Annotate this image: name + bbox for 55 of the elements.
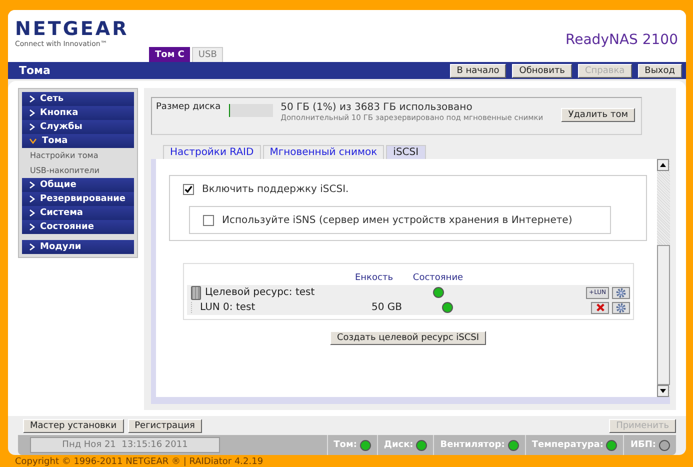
- scroll-up-icon: [657, 159, 669, 171]
- indicator-label: Температура:: [532, 440, 604, 450]
- indicator-label: Том:: [334, 440, 357, 450]
- nav-item[interactable]: Состояние: [22, 220, 134, 234]
- create-target-button[interactable]: Создать целевой ресурс iSCSI: [330, 331, 486, 345]
- checkbox-label: Включить поддержку iSCSI.: [202, 184, 349, 195]
- settings-button[interactable]: [612, 286, 630, 298]
- copyright: Copyright © 1996-2011 NETGEAR ® | RAIDiator 4.2.19: [15, 457, 264, 467]
- tab[interactable]: Том C: [149, 47, 190, 62]
- footer-button[interactable]: Регистрация: [128, 419, 202, 433]
- nav-item[interactable]: Резервирование: [22, 192, 134, 206]
- nav-item[interactable]: Модули: [22, 240, 134, 254]
- toolbar-button[interactable]: Выход: [638, 64, 682, 78]
- date-time: Пнд Ноя 21 13:15:16 2011: [30, 437, 220, 453]
- tab[interactable]: iSCSI: [386, 145, 426, 159]
- page-title: Тома: [19, 64, 50, 77]
- scroll-thumb[interactable]: [657, 245, 670, 385]
- scrollbar[interactable]: [657, 159, 670, 397]
- indicator-label: ИБП:: [630, 440, 656, 450]
- checkbox[interactable]: [183, 184, 194, 195]
- checkbox-label: Используйте iSNS (сервер имен устройств хранения в Интернете): [222, 215, 572, 226]
- usage-text: 50 ГБ (1%) из 3683 ГБ использовано: [280, 102, 474, 113]
- nav-item[interactable]: Сеть: [22, 92, 134, 106]
- nav-item[interactable]: Система: [22, 206, 134, 220]
- product-name: ReadyNAS 2100: [566, 32, 678, 48]
- checkbox[interactable]: [203, 215, 214, 226]
- chevron-down-icon: [29, 138, 37, 144]
- tab[interactable]: Мгновенный снимок: [262, 145, 384, 159]
- target-name: Целевой ресурс: test: [205, 287, 315, 298]
- chevron-right-icon: [29, 243, 35, 251]
- capacity: 50 GB: [371, 302, 402, 313]
- footer-button[interactable]: Мастер установки: [23, 419, 124, 433]
- tab[interactable]: USB: [192, 47, 223, 62]
- delete-button[interactable]: [591, 302, 609, 314]
- settings-icon: [615, 286, 627, 298]
- nav-item[interactable]: Службы: [22, 120, 134, 134]
- settings-button[interactable]: [612, 302, 630, 314]
- toolbar-button[interactable]: Обновить: [512, 64, 572, 78]
- nav-item[interactable]: Тома: [22, 134, 134, 148]
- indicator-label: Диск:: [384, 440, 414, 450]
- server-icon: [191, 286, 201, 300]
- logo-text: NETGEAR: [15, 18, 130, 40]
- column-header: Состояние: [412, 272, 464, 282]
- disk-label: Размер диска: [156, 102, 221, 112]
- scroll-down-icon: [657, 385, 669, 397]
- tab[interactable]: Настройки RAID: [163, 145, 261, 159]
- delete-volume-button[interactable]: Удалить том: [561, 108, 635, 122]
- lun-name: LUN 0: test: [200, 302, 256, 313]
- indicator-label: Вентилятор:: [440, 440, 505, 450]
- settings-icon: [615, 302, 627, 314]
- close-icon: [596, 303, 604, 312]
- column-header: Енкость: [354, 272, 393, 282]
- nav-item[interactable]: Общие: [22, 178, 134, 192]
- toolbar-button[interactable]: В начало: [450, 64, 506, 78]
- nav-item[interactable]: Кнопка: [22, 106, 134, 120]
